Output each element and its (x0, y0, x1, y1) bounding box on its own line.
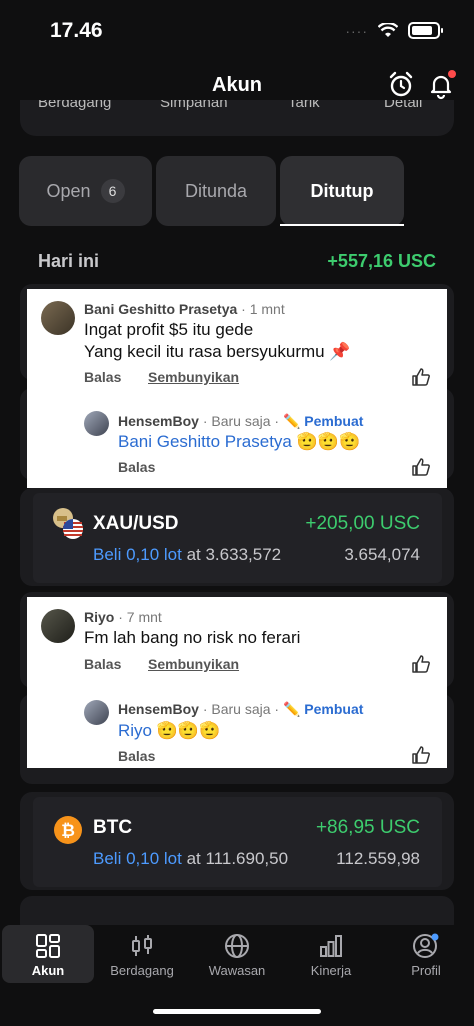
tab-closed-label: Ditutup (310, 180, 374, 201)
trade-side: Beli 0,10 lot (93, 849, 182, 868)
tab-open-count: 6 (100, 179, 125, 203)
tab-open[interactable]: Open 6 (19, 156, 152, 226)
action-deposit[interactable]: Simpanan (160, 100, 228, 111)
nav-performance[interactable]: Kinerja (285, 925, 377, 983)
reply-mention: Riyo 🫡🫡🫡 (118, 721, 220, 741)
svg-text:₿: ₿ (61, 821, 75, 841)
reply-emoji: 🫡🫡🫡 (156, 721, 221, 740)
account-action-strip: Berdagang Simpanan Tarik Detail (20, 100, 454, 136)
nav-insights-label: Wawasan (208, 963, 266, 978)
reply-author-name: HensemBoy (118, 413, 199, 429)
reply-author: HensemBoy · Baru saja · ✏️ Pembuat (118, 413, 363, 430)
day-total: +557,16 USC (327, 251, 436, 271)
comment-thread: Riyo · 7 mnt Fm lah bang no risk no fera… (27, 597, 447, 768)
trade-card-btc[interactable]: ₿ BTC +86,95 USC Beli 0,10 lot at 111.69… (33, 797, 442, 887)
tab-pending[interactable]: Ditunda (156, 156, 276, 226)
creator-badge: ✏️ Pembuat (282, 701, 364, 717)
reply-mention-name[interactable]: Riyo (118, 721, 152, 740)
hide-button[interactable]: Sembunyikan (148, 369, 239, 385)
comment-time: · 1 mnt (241, 301, 285, 317)
avatar (84, 411, 109, 436)
notification-bell-icon[interactable] (426, 70, 456, 100)
like-icon[interactable] (411, 654, 431, 674)
avatar (41, 609, 75, 643)
trade-open-price: at 111.690,50 (186, 849, 289, 868)
like-icon[interactable] (411, 745, 431, 765)
comment-text-line1: Ingat profit $5 itu gede (84, 320, 254, 339)
dashboard-icon (36, 934, 60, 958)
action-withdraw[interactable]: Tarik (288, 100, 320, 111)
tab-closed[interactable]: Ditutup (280, 156, 404, 226)
comment-author-name: Bani Geshitto Prasetya (84, 301, 238, 317)
nav-account-label: Akun (31, 963, 65, 978)
tab-open-label: Open (46, 180, 91, 201)
trade-profit: +205,00 USC (305, 513, 420, 534)
status-time: 17.46 (50, 19, 103, 42)
reply-time: · Baru saja · (202, 701, 280, 717)
like-icon[interactable] (411, 367, 431, 387)
trade-symbol: BTC (93, 817, 133, 838)
globe-icon (225, 934, 249, 958)
comment-time: · 7 mnt (118, 609, 162, 625)
creator-badge: ✏️ Pembuat (282, 413, 364, 429)
tab-pending-label: Ditunda (184, 180, 248, 201)
reply-emoji: 🫡🫡🫡 (296, 432, 361, 451)
comment-text-line2: Yang kecil itu rasa bersyukurmu 📌 (84, 342, 351, 361)
trade-current-price: 112.559,98 (336, 849, 420, 868)
hide-button[interactable]: Sembunyikan (148, 656, 239, 672)
profile-icon (413, 933, 439, 958)
avatar (41, 301, 75, 335)
alarm-clock-icon[interactable] (386, 70, 416, 100)
status-icons: ···· (345, 22, 443, 39)
like-icon[interactable] (411, 457, 431, 477)
comment-text-line1: Fm lah bang no risk no ferari (84, 628, 301, 647)
trade-side: Beli 0,10 lot (93, 545, 182, 564)
reply-button[interactable]: Balas (118, 748, 155, 764)
notification-badge (448, 70, 456, 78)
candlestick-icon (132, 935, 152, 956)
signal-icon: ···· (345, 22, 368, 39)
nav-performance-label: Kinerja (310, 963, 352, 978)
day-summary: Hari ini +557,16 USC (38, 251, 436, 275)
comment-author: Bani Geshitto Prasetya · 1 mnt (84, 301, 285, 317)
trade-card-xau[interactable]: XAU/USD +205,00 USC Beli 0,10 lot at 3.6… (33, 493, 442, 583)
nav-trade[interactable]: Berdagang (96, 925, 188, 983)
reply-time: · Baru saja · (202, 413, 280, 429)
reply-button[interactable]: Balas (118, 459, 155, 475)
day-label: Hari ini (38, 251, 100, 271)
comment-author-name: Riyo (84, 609, 115, 625)
nav-account[interactable]: Akun (2, 925, 94, 983)
nav-profile[interactable]: Profil (380, 925, 472, 983)
comment-author: Riyo · 7 mnt (84, 609, 162, 625)
nav-trade-label: Berdagang (110, 963, 174, 978)
bitcoin-icon: ₿ (54, 816, 82, 844)
reply-button[interactable]: Balas (84, 656, 121, 672)
trade-detail: Beli 0,10 lot at 3.633,572 (93, 545, 281, 565)
comment-thread: Bani Geshitto Prasetya · 1 mnt Ingat pro… (27, 289, 447, 488)
status-bar: 17.46 ···· (0, 0, 474, 62)
reply-mention-name[interactable]: Bani Geshitto Prasetya (118, 432, 292, 451)
order-tabs: Open 6 Ditunda Ditutup (19, 156, 455, 226)
trade-detail: Beli 0,10 lot at 111.690,50 (93, 849, 288, 869)
home-indicator (153, 1009, 321, 1014)
nav-profile-label: Profil (411, 963, 441, 978)
reply-author: HensemBoy · Baru saja · ✏️ Pembuat (118, 701, 363, 718)
reply-author-name: HensemBoy (118, 701, 199, 717)
action-trade[interactable]: Berdagang (38, 100, 111, 111)
wifi-icon (378, 22, 398, 37)
battery-icon (408, 22, 443, 39)
trade-current-price: 3.654,074 (344, 545, 420, 564)
nav-insights[interactable]: Wawasan (191, 925, 283, 983)
trade-open-price: at 3.633,572 (186, 545, 282, 564)
trade-symbol: XAU/USD (93, 513, 179, 534)
reply-mention: Bani Geshitto Prasetya 🫡🫡🫡 (118, 432, 360, 452)
avatar (84, 700, 109, 725)
bar-chart-icon (320, 935, 342, 957)
trade-profit: +86,95 USC (315, 817, 420, 838)
reply-button[interactable]: Balas (84, 369, 121, 385)
action-detail[interactable]: Detail (384, 100, 422, 111)
gold-usa-flag-icon (53, 508, 83, 539)
